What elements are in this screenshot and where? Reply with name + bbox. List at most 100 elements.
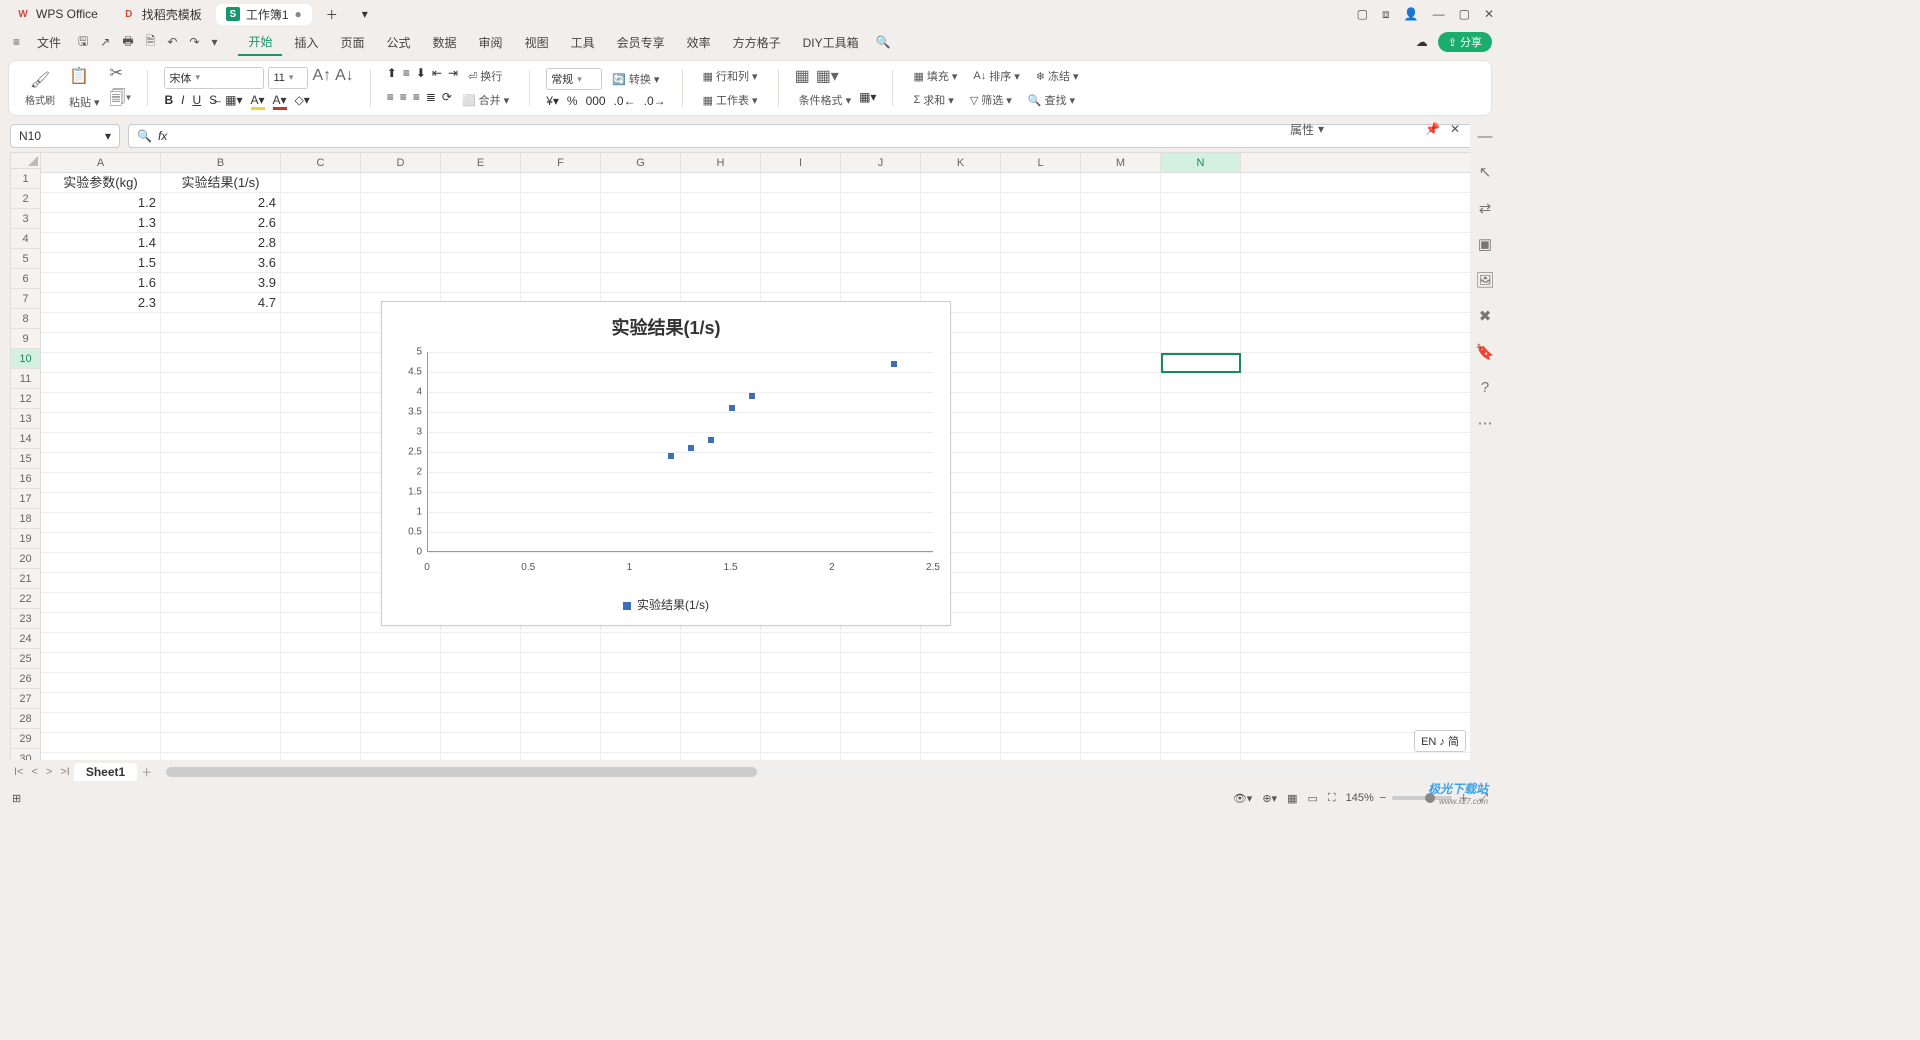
cell-M23[interactable]	[1081, 613, 1161, 632]
cell-C7[interactable]	[281, 293, 361, 312]
cell-A9[interactable]	[41, 333, 161, 352]
view-normal-icon[interactable]: ▦	[1287, 792, 1297, 805]
cell-M5[interactable]	[1081, 253, 1161, 272]
undo-icon[interactable]: ↶	[162, 31, 182, 53]
cell-A13[interactable]	[41, 413, 161, 432]
format-painter-button[interactable]: 🖌格式刷	[21, 68, 59, 109]
select-all-corner[interactable]	[11, 153, 41, 169]
cell-L24[interactable]	[1001, 633, 1081, 652]
cell-G1[interactable]	[601, 173, 681, 192]
cell-M17[interactable]	[1081, 493, 1161, 512]
cell-F1[interactable]	[521, 173, 601, 192]
cell-E29[interactable]	[441, 733, 521, 752]
tab-workbook1[interactable]: S工作簿1●	[216, 4, 312, 25]
orient-icon[interactable]: ⟳	[442, 90, 452, 110]
sheet-nav-last[interactable]: >I	[56, 766, 73, 778]
sheet-nav-next[interactable]: >	[42, 766, 56, 778]
row-header-9[interactable]: 9	[11, 329, 40, 349]
cell-L22[interactable]	[1001, 593, 1081, 612]
cell-B22[interactable]	[161, 593, 281, 612]
cell-L9[interactable]	[1001, 333, 1081, 352]
cell-A17[interactable]	[41, 493, 161, 512]
cell-F24[interactable]	[521, 633, 601, 652]
cell-M14[interactable]	[1081, 433, 1161, 452]
row-header-22[interactable]: 22	[11, 589, 40, 609]
ime-indicator[interactable]: EN ♪ 简	[1414, 730, 1466, 752]
cell-N24[interactable]	[1161, 633, 1241, 652]
cell-K25[interactable]	[921, 653, 1001, 672]
cell-M24[interactable]	[1081, 633, 1161, 652]
add-sheet-button[interactable]: ＋	[137, 764, 156, 780]
cell-E2[interactable]	[441, 193, 521, 212]
row-header-3[interactable]: 3	[11, 209, 40, 229]
cell-I28[interactable]	[761, 713, 841, 732]
fill-color-button[interactable]: A▾	[251, 93, 265, 110]
help-icon[interactable]: ?	[1481, 379, 1489, 396]
export-icon[interactable]: ↗	[95, 31, 115, 53]
col-header-I[interactable]: I	[761, 153, 841, 172]
cell-B10[interactable]	[161, 353, 281, 372]
collapse-sidebar-icon[interactable]: —	[1478, 128, 1493, 145]
cell-N17[interactable]	[1161, 493, 1241, 512]
cloud-icon[interactable]: ☁	[1416, 35, 1428, 49]
cell-L6[interactable]	[1001, 273, 1081, 292]
cell-J3[interactable]	[841, 213, 921, 232]
cell-J25[interactable]	[841, 653, 921, 672]
cell-L10[interactable]	[1001, 353, 1081, 372]
row-header-4[interactable]: 4	[11, 229, 40, 249]
row-header-15[interactable]: 15	[11, 449, 40, 469]
cell-B12[interactable]	[161, 393, 281, 412]
cell-H1[interactable]	[681, 173, 761, 192]
cell-F25[interactable]	[521, 653, 601, 672]
cell-E26[interactable]	[441, 673, 521, 692]
cell-N13[interactable]	[1161, 413, 1241, 432]
cell-M26[interactable]	[1081, 673, 1161, 692]
menu-formula[interactable]: 公式	[377, 30, 421, 55]
format-as-table-icon[interactable]: ▦▾	[859, 90, 876, 110]
cell-L23[interactable]	[1001, 613, 1081, 632]
cell-B28[interactable]	[161, 713, 281, 732]
cell-A19[interactable]	[41, 533, 161, 552]
cell-M1[interactable]	[1081, 173, 1161, 192]
cell-N29[interactable]	[1161, 733, 1241, 752]
merge-button[interactable]: ⬜ 合并▾	[458, 90, 513, 110]
menu-review[interactable]: 审阅	[469, 30, 513, 55]
tab-templates[interactable]: D找稻壳模板	[112, 4, 212, 25]
cell-M27[interactable]	[1081, 693, 1161, 712]
worksheet-button[interactable]: ▦ 工作表▾	[699, 90, 762, 110]
cell-B24[interactable]	[161, 633, 281, 652]
horizontal-scrollbar[interactable]	[166, 767, 1480, 777]
cell-C21[interactable]	[281, 573, 361, 592]
cell-E1[interactable]	[441, 173, 521, 192]
cell-N11[interactable]	[1161, 373, 1241, 392]
fx-icon[interactable]: fx	[158, 129, 167, 143]
menu-diy[interactable]: DIY工具箱	[793, 30, 869, 55]
tab-menu-dropdown[interactable]: ▾	[352, 5, 378, 23]
find-button[interactable]: 🔍 查找▾	[1024, 90, 1079, 110]
decrease-font-icon[interactable]: A↓	[335, 67, 354, 89]
cell-M15[interactable]	[1081, 453, 1161, 472]
row-header-17[interactable]: 17	[11, 489, 40, 509]
row-header-10[interactable]: 10	[11, 349, 40, 369]
zoom-out-button[interactable]: −	[1380, 792, 1386, 804]
cell-A7[interactable]: 2.3	[41, 293, 161, 312]
style-pane-icon[interactable]: ⇄	[1479, 199, 1492, 217]
row-header-6[interactable]: 6	[11, 269, 40, 289]
fill-button[interactable]: ▦ 填充▾	[909, 66, 961, 86]
cell-M28[interactable]	[1081, 713, 1161, 732]
cell-C8[interactable]	[281, 313, 361, 332]
row-header-14[interactable]: 14	[11, 429, 40, 449]
cell-B11[interactable]	[161, 373, 281, 392]
cell-F29[interactable]	[521, 733, 601, 752]
cell-M21[interactable]	[1081, 573, 1161, 592]
cell-C23[interactable]	[281, 613, 361, 632]
more-dropdown-icon[interactable]: ▾	[206, 31, 222, 53]
cell-A3[interactable]: 1.3	[41, 213, 161, 232]
cell-B13[interactable]	[161, 413, 281, 432]
cell-N20[interactable]	[1161, 553, 1241, 572]
table-style-icon[interactable]: ▦	[795, 66, 810, 86]
save-icon[interactable]: 🖫	[73, 28, 93, 57]
cell-M25[interactable]	[1081, 653, 1161, 672]
font-size-select[interactable]: 11▾	[268, 67, 308, 89]
col-header-C[interactable]: C	[281, 153, 361, 172]
